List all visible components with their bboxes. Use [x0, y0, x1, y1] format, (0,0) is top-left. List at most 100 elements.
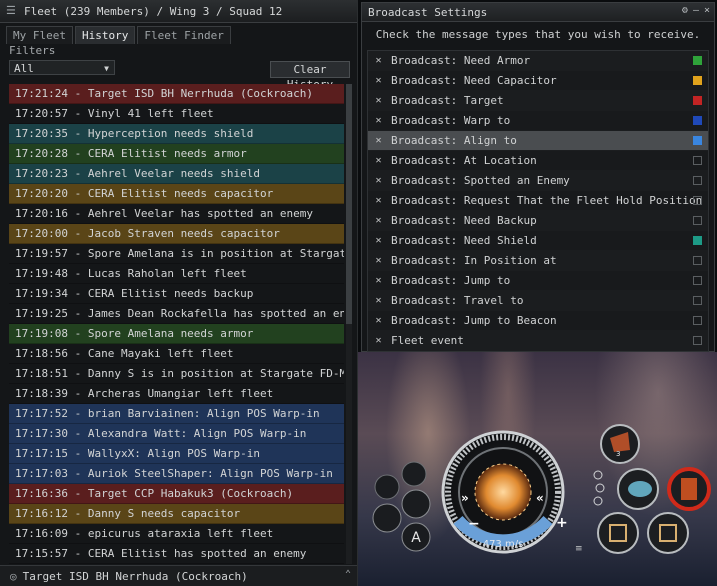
broadcast-row[interactable]: ✕ Broadcast: Jump to	[368, 271, 708, 291]
speed-readout: 473 m/s	[483, 539, 524, 550]
module-slot-5[interactable]	[647, 512, 689, 554]
utility-button-2[interactable]	[401, 461, 427, 487]
settings-icon[interactable]: ⚙	[682, 5, 688, 16]
utility-button-1[interactable]	[374, 474, 400, 500]
history-row[interactable]: 17:18:39 - Archeras Umangiar left fleet	[9, 384, 344, 404]
color-swatch[interactable]	[693, 76, 702, 85]
tab-fleet-finder[interactable]: Fleet Finder	[137, 26, 231, 44]
checkbox[interactable]: ✕	[374, 316, 383, 326]
history-row[interactable]: 17:17:03 - Auriok SteelShaper: Align POS…	[9, 464, 344, 484]
clear-history-button[interactable]: Clear History	[270, 61, 350, 91]
broadcast-row[interactable]: ✕ Broadcast: Request That the Fleet Hold …	[368, 191, 708, 211]
broadcast-row[interactable]: ✕ Broadcast: Travel to	[368, 291, 708, 311]
checkbox[interactable]: ✕	[374, 96, 383, 106]
small-indicator-1[interactable]	[593, 470, 603, 480]
history-row[interactable]: 17:19:34 - CERA Elitist needs backup	[9, 284, 344, 304]
color-swatch[interactable]	[693, 236, 702, 245]
color-swatch[interactable]	[693, 176, 702, 185]
filter-dropdown[interactable]: All ▼	[9, 60, 115, 75]
checkbox[interactable]: ✕	[374, 336, 383, 346]
broadcast-row[interactable]: ✕ Broadcast: Need Shield	[368, 231, 708, 251]
capacitor-speed-dial: » « − + 473 m/s ≡	[441, 430, 583, 554]
broadcast-row[interactable]: ✕ Broadcast: Need Backup	[368, 211, 708, 231]
checkbox[interactable]: ✕	[374, 56, 383, 66]
history-row[interactable]: 17:16:36 - Target CCP Habakuk3 (Cockroac…	[9, 484, 344, 504]
autopilot-button[interactable]	[372, 503, 402, 533]
broadcast-row[interactable]: ✕ Broadcast: Need Capacitor	[368, 71, 708, 91]
checkbox[interactable]: ✕	[374, 136, 383, 146]
checkbox[interactable]: ✕	[374, 276, 383, 286]
history-row[interactable]: 17:17:15 - WallyxX: Align POS Warp-in	[9, 444, 344, 464]
history-row[interactable]: 17:20:00 - Jacob Straven needs capacitor	[9, 224, 344, 244]
history-row[interactable]: 17:20:57 - Vinyl 41 left fleet	[9, 104, 344, 124]
checkbox[interactable]: ✕	[374, 156, 383, 166]
broadcast-row[interactable]: ✕ Broadcast: In Position at	[368, 251, 708, 271]
plus-icon[interactable]: +	[556, 515, 568, 531]
history-row[interactable]: 17:20:20 - CERA Elitist needs capacitor	[9, 184, 344, 204]
broadcast-row[interactable]: ✕ Broadcast: Warp to	[368, 111, 708, 131]
history-row[interactable]: 17:17:52 - brian Barviainen: Align POS W…	[9, 404, 344, 424]
checkbox[interactable]: ✕	[374, 176, 383, 186]
speed-increase-icon[interactable]: «	[536, 491, 544, 505]
fleet-titlebar[interactable]: ☰ Fleet (239 Members) / Wing 3 / Squad 1…	[0, 0, 357, 23]
utility-button-3[interactable]	[401, 489, 431, 519]
history-row[interactable]: 17:20:28 - CERA Elitist needs armor	[9, 144, 344, 164]
color-swatch[interactable]	[693, 316, 702, 325]
broadcast-titlebar[interactable]: Broadcast Settings ⚙ – ×	[362, 3, 714, 22]
color-swatch[interactable]	[693, 276, 702, 285]
module-slot-4[interactable]	[597, 512, 639, 554]
history-row[interactable]: 17:16:12 - Danny S needs capacitor	[9, 504, 344, 524]
tab-my-fleet[interactable]: My Fleet	[6, 26, 73, 44]
small-indicator-2[interactable]	[595, 483, 605, 493]
broadcast-row[interactable]: ✕ Broadcast: Jump to Beacon	[368, 311, 708, 331]
close-icon[interactable]: ×	[704, 5, 710, 16]
history-row[interactable]: 17:18:56 - Cane Mayaki left fleet	[9, 344, 344, 364]
checkbox[interactable]: ✕	[374, 76, 383, 86]
scrollbar-thumb[interactable]	[346, 84, 352, 324]
broadcast-row[interactable]: ✕ Broadcast: At Location	[368, 151, 708, 171]
broadcast-row[interactable]: ✕ Fleet event	[368, 331, 708, 351]
color-swatch[interactable]	[693, 56, 702, 65]
broadcast-row[interactable]: ✕ Broadcast: Target	[368, 91, 708, 111]
checkbox[interactable]: ✕	[374, 116, 383, 126]
speed-decrease-icon[interactable]: »	[461, 491, 469, 505]
history-row[interactable]: 17:20:35 - Hyperception needs shield	[9, 124, 344, 144]
tab-history[interactable]: History	[74, 26, 136, 44]
history-row[interactable]: 17:16:09 - epicurus ataraxia left fleet	[9, 524, 344, 544]
color-swatch[interactable]	[693, 156, 702, 165]
color-swatch[interactable]	[693, 116, 702, 125]
history-row[interactable]: 17:17:30 - Alexandra Watt: Align POS War…	[9, 424, 344, 444]
history-row[interactable]: 17:18:51 - Danny S is in position at Sta…	[9, 364, 344, 384]
menu-icon[interactable]: ☰	[6, 5, 18, 17]
history-row[interactable]: 17:15:57 - CERA Elitist has spotted an e…	[9, 544, 344, 564]
broadcast-row[interactable]: ✕ Broadcast: Need Armor	[368, 51, 708, 71]
history-row[interactable]: 17:19:48 - Lucas Raholan left fleet	[9, 264, 344, 284]
left-utility-buttons: A	[372, 461, 431, 552]
history-row[interactable]: 17:21:24 - Target ISD BH Nerrhuda (Cockr…	[9, 84, 344, 104]
color-swatch[interactable]	[693, 256, 702, 265]
broadcast-row[interactable]: ✕ Broadcast: Spotted an Enemy	[368, 171, 708, 191]
checkbox[interactable]: ✕	[374, 236, 383, 246]
checkbox[interactable]: ✕	[374, 296, 383, 306]
history-row[interactable]: 17:19:25 - James Dean Rockafella has spo…	[9, 304, 344, 324]
checkbox[interactable]: ✕	[374, 196, 383, 206]
history-row[interactable]: 17:20:16 - Aehrel Veelar has spotted an …	[9, 204, 344, 224]
color-swatch[interactable]	[693, 216, 702, 225]
checkbox[interactable]: ✕	[374, 216, 383, 226]
history-scrollbar[interactable]	[346, 84, 352, 564]
color-swatch[interactable]	[693, 196, 702, 205]
options-icon[interactable]: ≡	[575, 544, 583, 554]
history-row[interactable]: 17:19:57 - Spore Amelana is in position …	[9, 244, 344, 264]
minimize-icon[interactable]: –	[693, 5, 699, 16]
history-row[interactable]: 17:19:08 - Spore Amelana needs armor	[9, 324, 344, 344]
checkbox[interactable]: ✕	[374, 256, 383, 266]
color-swatch[interactable]	[693, 96, 702, 105]
collapse-icon[interactable]: ⌃	[345, 569, 351, 580]
color-swatch[interactable]	[693, 136, 702, 145]
color-swatch[interactable]	[693, 296, 702, 305]
minus-icon[interactable]: −	[468, 516, 480, 532]
color-swatch[interactable]	[693, 336, 702, 345]
broadcast-row[interactable]: ✕ Broadcast: Align to	[368, 131, 708, 151]
small-indicator-3[interactable]	[593, 496, 603, 506]
history-row[interactable]: 17:20:23 - Aehrel Veelar needs shield	[9, 164, 344, 184]
